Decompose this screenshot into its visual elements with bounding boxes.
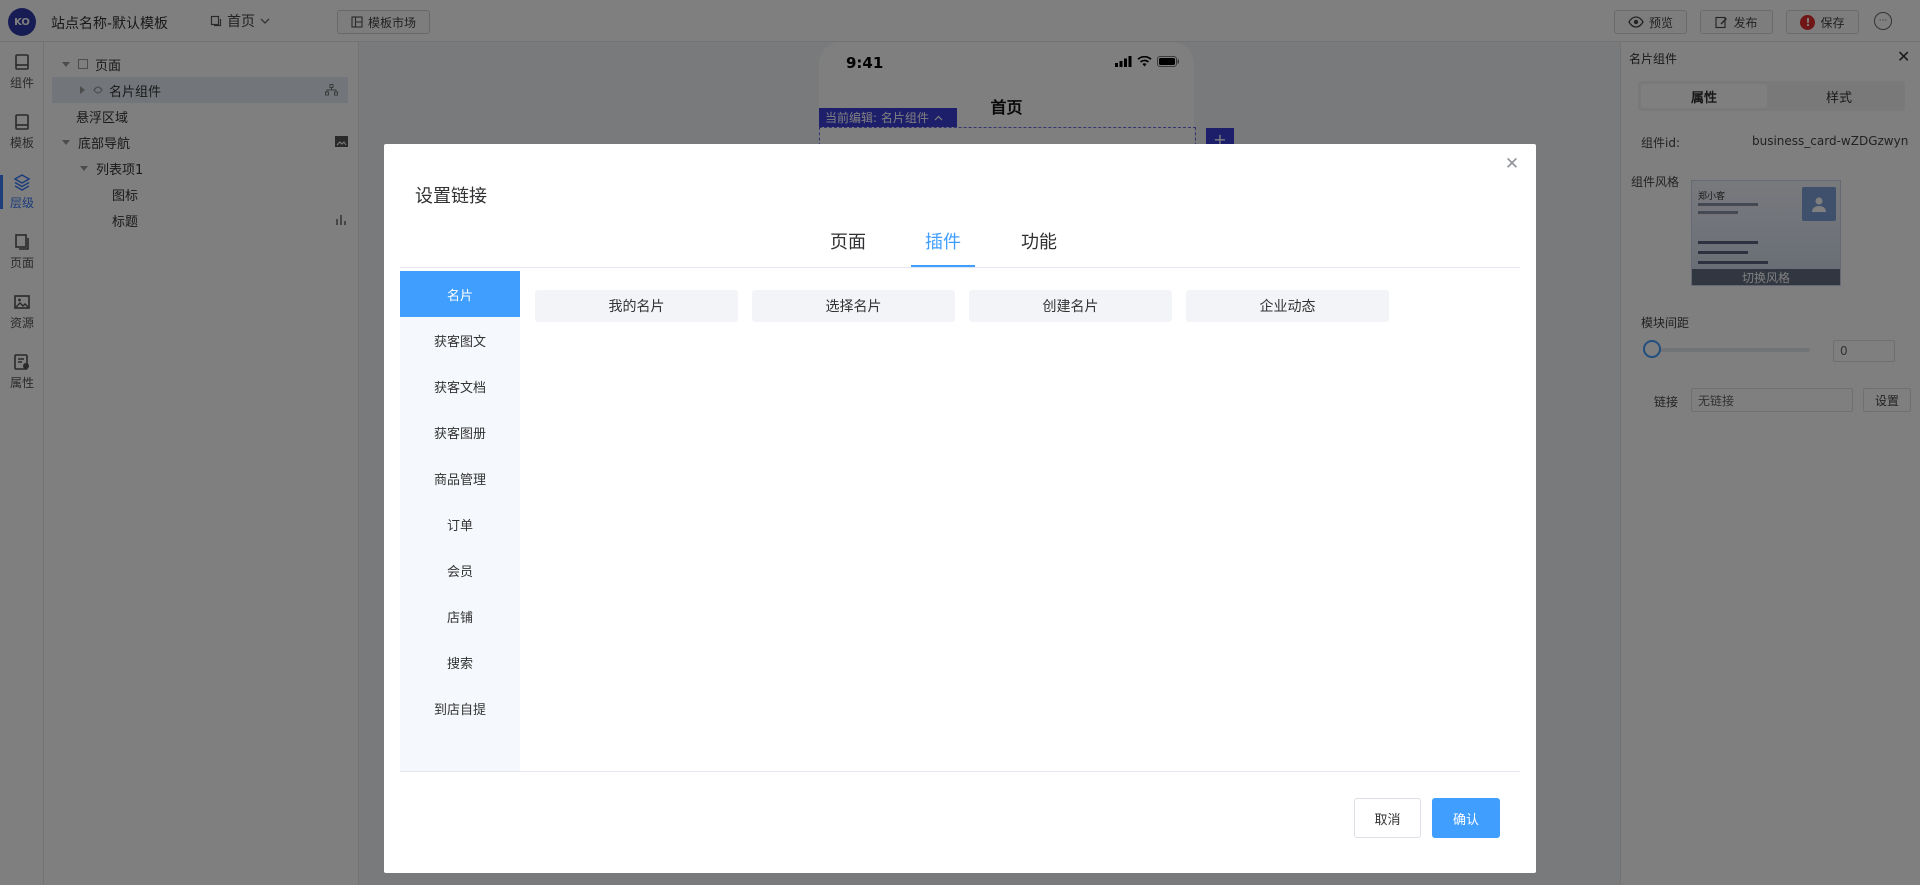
cancel-button[interactable]: 取消 xyxy=(1354,798,1421,838)
link-option-my-card[interactable]: 我的名片 xyxy=(535,290,738,322)
plugin-category-list: 名片 获客图文 获客文档 获客图册 商品管理 订单 会员 店铺 搜索 到店自提 xyxy=(400,271,520,772)
category-item[interactable]: 获客文档 xyxy=(400,363,520,409)
category-item[interactable]: 获客图册 xyxy=(400,409,520,455)
category-item[interactable]: 获客图文 xyxy=(400,317,520,363)
category-item[interactable]: 到店自提 xyxy=(400,685,520,731)
dialog-divider xyxy=(400,771,1520,772)
link-option-company-news[interactable]: 企业动态 xyxy=(1186,290,1389,322)
category-item[interactable]: 名片 xyxy=(400,271,520,317)
set-link-dialog: 设置链接 ✕ 页面 插件 功能 名片 获客图文 获客文档 获客图册 商品管理 订… xyxy=(384,144,1536,873)
link-option-select-card[interactable]: 选择名片 xyxy=(752,290,955,322)
category-item[interactable]: 搜索 xyxy=(400,639,520,685)
tab-page[interactable]: 页面 xyxy=(816,228,880,266)
link-option-create-card[interactable]: 创建名片 xyxy=(969,290,1172,322)
tab-plugin[interactable]: 插件 xyxy=(911,228,975,266)
close-icon[interactable]: ✕ xyxy=(1504,156,1520,173)
category-item[interactable]: 会员 xyxy=(400,547,520,593)
category-item[interactable]: 订单 xyxy=(400,501,520,547)
category-item[interactable]: 商品管理 xyxy=(400,455,520,501)
category-item[interactable]: 店铺 xyxy=(400,593,520,639)
dialog-title: 设置链接 xyxy=(415,186,487,207)
active-tab-indicator xyxy=(911,265,975,267)
confirm-button[interactable]: 确认 xyxy=(1432,798,1500,838)
tab-function[interactable]: 功能 xyxy=(1007,228,1071,266)
dialog-tabs: 页面 插件 功能 xyxy=(400,220,1520,268)
